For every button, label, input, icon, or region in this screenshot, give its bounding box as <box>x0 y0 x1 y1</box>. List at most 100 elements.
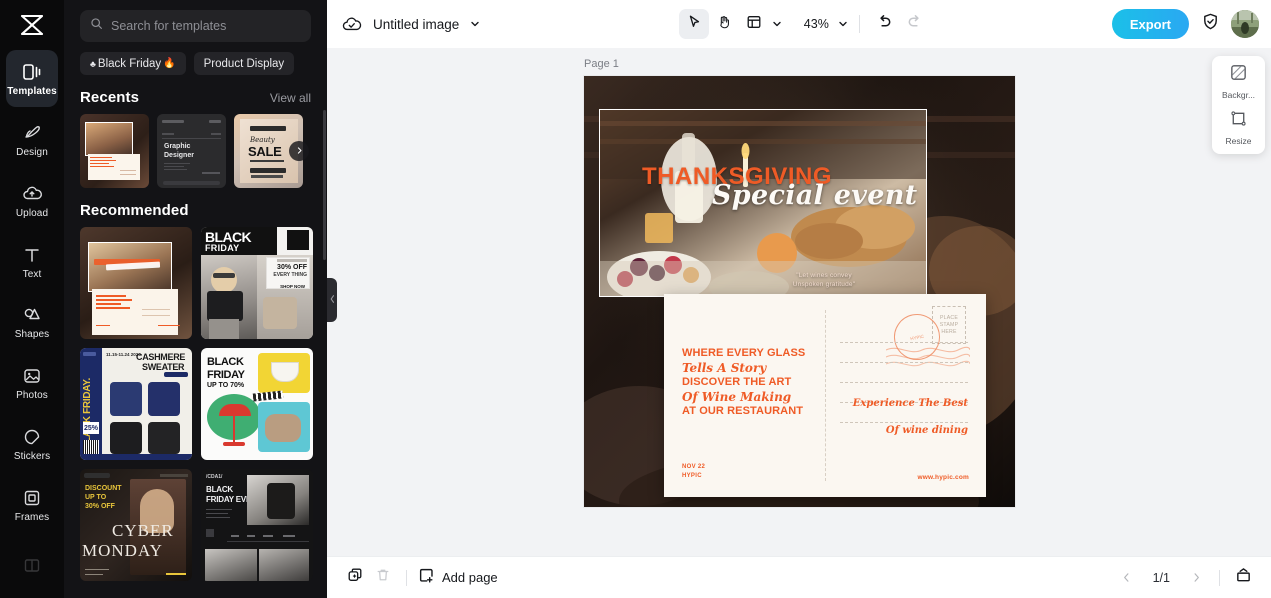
title-dropdown-caret[interactable] <box>469 18 481 30</box>
export-button[interactable]: Export <box>1111 9 1189 39</box>
postcard-element[interactable]: WHERE EVERY GLASS Tells A Story DISCOVER… <box>664 294 986 497</box>
design-icon <box>21 121 43 143</box>
duplicate-page-button[interactable] <box>341 564 369 592</box>
hand-tool-button[interactable] <box>709 9 739 39</box>
recommended-template-1[interactable] <box>80 227 192 339</box>
recommended-template-3[interactable]: BLACK FRIDAY. 25% 11.15-11.24 2024 CASHM… <box>80 348 192 460</box>
privacy-shield-button[interactable] <box>1195 9 1225 39</box>
left-icon-rail: Templates Design Upload Text Shapes Phot… <box>0 0 64 598</box>
postcard-line-1: WHERE EVERY GLASS <box>682 347 806 359</box>
recents-next-button[interactable] <box>289 141 309 161</box>
thumb-text: FRIDAY <box>207 369 245 381</box>
thumb-text: DISCOUNT <box>85 485 122 492</box>
thumb-text: SWEATER <box>142 362 185 372</box>
sidebar-item-text[interactable]: Text <box>6 233 58 290</box>
document-title[interactable]: Untitled image <box>373 17 459 32</box>
resize-tool-button[interactable]: Resize <box>1212 109 1265 146</box>
recent-template-1[interactable] <box>80 114 149 188</box>
presentation-notes-icon <box>1235 567 1252 589</box>
layout-grid-icon <box>746 14 762 35</box>
canvas-area[interactable]: Page 1 THANKSGIVING Special event "Let w… <box>327 48 1271 556</box>
recommended-grid: BLACK FRIDAY 30% OFF EVERY THING SHOP NO… <box>64 227 327 581</box>
hypic-logo-icon[interactable] <box>0 0 64 50</box>
bottom-toolbar: Add page 1/1 <box>327 556 1271 598</box>
shapes-icon <box>21 303 43 325</box>
postcard-signature-1: Experience The Best <box>852 398 968 409</box>
postcard-left-text: WHERE EVERY GLASS Tells A Story DISCOVER… <box>682 346 822 419</box>
search-container: Search for templates <box>64 0 327 42</box>
toolbar-divider <box>858 15 860 33</box>
app-root: Templates Design Upload Text Shapes Phot… <box>0 0 1271 598</box>
sidebar-item-frames[interactable]: Frames <box>6 476 58 533</box>
sidebar-item-label: Shapes <box>14 329 50 341</box>
templates-icon <box>21 60 43 82</box>
recommended-title: Recommended <box>80 202 189 219</box>
layout-tool-button[interactable] <box>739 9 769 39</box>
search-input[interactable]: Search for templates <box>80 10 311 42</box>
resize-icon <box>1229 109 1248 133</box>
thumb-text: FRIDAY <box>205 243 240 253</box>
next-page-button[interactable] <box>1182 564 1210 592</box>
chip-label: Black Friday <box>97 57 162 70</box>
background-tool-label: Backgr... <box>1221 90 1256 100</box>
shield-check-icon <box>1201 12 1220 36</box>
postcard-url: www.hypic.com <box>917 474 969 481</box>
user-avatar[interactable] <box>1231 10 1259 38</box>
postcard-brand: HYPIC <box>682 473 702 479</box>
redo-button[interactable] <box>900 9 930 39</box>
upload-cloud-icon <box>21 182 43 204</box>
recommended-template-6[interactable]: /CDA1/ BLACK FRIDAY EVENT <box>201 469 313 581</box>
recommended-template-5[interactable]: DISCOUNT UP TO 30% OFF CYBER MONDAY <box>80 469 192 581</box>
add-page-button[interactable]: Add page <box>416 567 498 589</box>
background-tool-button[interactable]: Backgr... <box>1212 63 1265 100</box>
thumb-text: 30% OFF <box>277 264 307 271</box>
sidebar-item-design[interactable]: Design <box>6 111 58 168</box>
panel-collapse-handle[interactable] <box>327 278 337 322</box>
sidebar-item-label: Upload <box>15 207 49 219</box>
sidebar-item-label: Frames <box>14 512 50 524</box>
cursor-arrow-icon <box>686 14 702 35</box>
panel-scrollbar[interactable] <box>323 110 326 260</box>
editor-region: Untitled image 43% Export Page 1 THANKSG… <box>327 0 1271 598</box>
duplicate-page-icon <box>347 567 363 588</box>
chip-black-friday[interactable]: ♣ Black Friday 🔥 <box>80 52 186 75</box>
resize-tool-label: Resize <box>1225 136 1252 146</box>
sidebar-item-layout[interactable] <box>6 537 58 594</box>
page-label: Page 1 <box>584 58 619 70</box>
design-page[interactable]: THANKSGIVING Special event "Let wines co… <box>584 76 1015 507</box>
recents-view-all-link[interactable]: View all <box>270 91 311 105</box>
sidebar-item-stickers[interactable]: Stickers <box>6 415 58 472</box>
add-page-icon <box>418 567 435 589</box>
background-icon <box>1229 63 1248 87</box>
postcard-line-3: DISCOVER THE ART <box>682 376 792 388</box>
search-icon <box>90 17 103 35</box>
undo-button[interactable] <box>870 9 900 39</box>
thumb-text: Graphic <box>164 143 191 150</box>
presentation-notes-button[interactable] <box>1229 564 1257 592</box>
sidebar-item-shapes[interactable]: Shapes <box>6 294 58 351</box>
redo-icon <box>906 13 923 35</box>
recommended-template-4[interactable]: BLACK FRIDAY UP TO 70% <box>201 348 313 460</box>
zoom-dropdown-caret[interactable] <box>837 18 849 30</box>
recent-template-2[interactable]: Graphic Designer <box>157 114 226 188</box>
prev-page-button[interactable] <box>1113 564 1141 592</box>
undo-icon <box>876 13 893 35</box>
chip-product-display[interactable]: Product Display <box>193 52 295 75</box>
sidebar-item-label: Design <box>16 146 48 158</box>
hero-quote: "Let wines convey Unspoken gratitude" <box>792 272 856 289</box>
thumb-text: CYBER <box>112 521 174 540</box>
chevron-right-icon <box>295 142 304 160</box>
select-tool-button[interactable] <box>678 9 709 39</box>
canvas-tools-card: Backgr... Resize <box>1212 56 1265 154</box>
sidebar-item-upload[interactable]: Upload <box>6 172 58 229</box>
layout-icon <box>21 553 43 575</box>
layout-dropdown-caret[interactable] <box>771 18 783 30</box>
thumb-text: SALE <box>248 144 282 159</box>
thumb-text: 25% <box>83 424 98 432</box>
recommended-template-2[interactable]: BLACK FRIDAY 30% OFF EVERY THING SHOP NO… <box>201 227 313 339</box>
postcard-line-2: Tells A Story <box>682 360 767 375</box>
delete-page-button[interactable] <box>369 564 397 592</box>
sidebar-item-templates[interactable]: Templates <box>6 49 58 107</box>
sidebar-item-photos[interactable]: Photos <box>6 354 58 411</box>
cloud-saved-icon[interactable] <box>341 15 363 33</box>
